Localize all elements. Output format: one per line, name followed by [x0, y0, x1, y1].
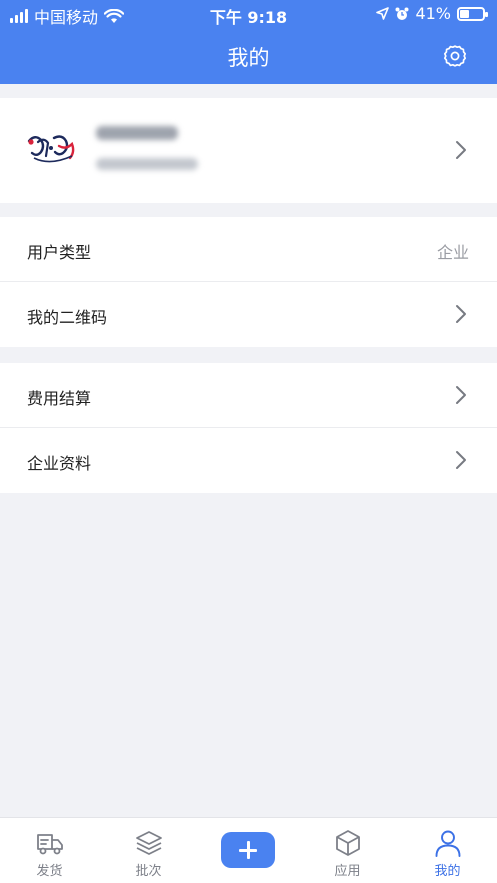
- layers-icon: [136, 831, 162, 855]
- chevron-right-icon: [456, 386, 466, 404]
- profile-card[interactable]: [0, 98, 497, 203]
- menu-group-business: 费用结算 企业资料: [0, 363, 497, 493]
- alarm-icon: [395, 7, 409, 20]
- chevron-right-icon: [456, 451, 466, 469]
- row-fee-settlement-label: 费用结算: [27, 389, 92, 408]
- top-header: 中国移动 下午 9:18 41% 我的: [0, 0, 497, 84]
- add-button[interactable]: [221, 832, 275, 868]
- chevron-right-icon: [456, 305, 466, 323]
- row-user-type-label: 用户类型: [27, 243, 92, 262]
- cube-icon: [336, 830, 360, 856]
- bottom-tab-bar: 发货 批次 应用 我的: [0, 817, 497, 883]
- row-user-type: 用户类型 企业: [0, 217, 497, 282]
- battery-fill: [460, 9, 470, 18]
- tab-apps[interactable]: 应用: [298, 818, 397, 883]
- profile-phone-redacted: [96, 158, 198, 170]
- profile-name-redacted: [96, 126, 178, 140]
- battery-icon: [457, 6, 488, 21]
- row-fee-settlement[interactable]: 费用结算: [0, 363, 497, 428]
- row-my-qrcode-label: 我的二维码: [27, 308, 108, 327]
- tab-shipping-label: 发货: [36, 864, 63, 879]
- status-right: 41%: [376, 4, 488, 23]
- tab-mine[interactable]: 我的: [398, 818, 497, 883]
- chevron-right-icon: [456, 141, 466, 159]
- tab-batch[interactable]: 批次: [99, 818, 198, 883]
- tab-apps-label: 应用: [334, 864, 361, 879]
- row-company-info[interactable]: 企业资料: [0, 428, 497, 493]
- row-my-qrcode[interactable]: 我的二维码: [0, 282, 497, 347]
- location-arrow-icon: [376, 7, 390, 20]
- page-title: 我的: [227, 46, 270, 70]
- truck-icon: [37, 834, 63, 855]
- row-user-type-value: 企业: [436, 243, 469, 262]
- user-icon: [435, 830, 461, 857]
- row-company-info-label: 企业资料: [27, 454, 92, 473]
- menu-group-account: 用户类型 企业 我的二维码: [0, 217, 497, 347]
- gear-icon[interactable]: [443, 44, 467, 68]
- status-bar: 中国移动 下午 9:18 41%: [0, 0, 497, 30]
- battery-percent: 41%: [415, 4, 451, 23]
- tab-batch-label: 批次: [135, 864, 162, 879]
- tab-mine-label: 我的: [434, 864, 461, 879]
- tab-shipping[interactable]: 发货: [0, 818, 99, 883]
- company-logo: [27, 135, 75, 163]
